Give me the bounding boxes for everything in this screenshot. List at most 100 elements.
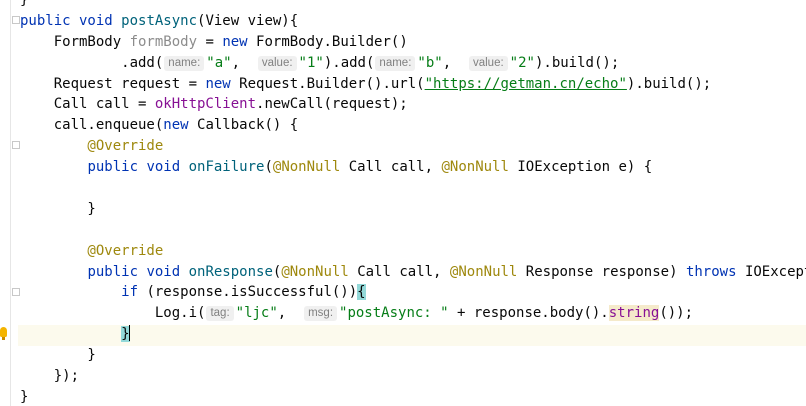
parameter-hint: value: — [468, 55, 508, 71]
code-token: if — [121, 284, 139, 301]
code-token: @Override — [20, 138, 164, 155]
code-line[interactable]: Request request = new Request.Builder().… — [20, 74, 806, 95]
code-line[interactable]: } — [20, 345, 806, 366]
code-token: "b" — [417, 54, 443, 71]
code-token: string — [608, 305, 660, 322]
code-token: @NonNull — [281, 263, 349, 280]
code-token: , — [277, 305, 304, 322]
code-token: postAsync — [121, 12, 198, 29]
code-token: FormBody.Builder() — [247, 33, 408, 50]
fold-marker-icon[interactable] — [12, 288, 20, 296]
code-line[interactable]: if (response.isSuccessful()){ — [20, 282, 806, 303]
code-token: "ljc" — [235, 305, 278, 322]
code-token: .add( — [20, 54, 164, 71]
code-token: @Override — [20, 242, 164, 259]
code-line[interactable]: call.enqueue(new Callback() { — [20, 115, 806, 136]
text-caret — [128, 325, 130, 342]
code-token: "https://getman.cn/echo" — [424, 75, 627, 92]
code-token: Call call, — [340, 159, 442, 176]
code-token: formBody — [129, 33, 198, 50]
code-token: @NonNull — [441, 159, 509, 176]
code-token: } — [20, 347, 96, 364]
code-token: IOException { — [744, 263, 806, 280]
code-line[interactable]: .add(name: "a", value: "1").add(name: "b", … — [20, 53, 806, 74]
code-line[interactable]: public void onResponse(@NonNull Call cal… — [20, 262, 806, 283]
code-token: public void — [20, 12, 122, 29]
code-line[interactable] — [20, 178, 806, 199]
code-token: FormBody — [20, 33, 130, 50]
code-token: } — [20, 388, 29, 405]
fold-marker-icon[interactable] — [12, 141, 20, 149]
code-token: (View view){ — [197, 12, 299, 29]
code-line[interactable]: } — [20, 387, 806, 406]
code-token: new — [163, 117, 189, 134]
code-line[interactable] — [20, 220, 806, 241]
code-line[interactable]: Log.i(tag: "ljc", msg: "postAsync: " + res… — [20, 303, 806, 324]
code-token: new — [205, 75, 231, 92]
code-line[interactable]: }); — [20, 366, 806, 387]
parameter-hint: name: — [164, 55, 205, 71]
code-token: Request.Builder().url( — [230, 75, 425, 92]
code-token: "1" — [298, 54, 324, 71]
code-token: = — [197, 33, 223, 50]
code-line[interactable]: public void postAsync(View view){ — [20, 11, 806, 32]
code-token: @NonNull — [449, 263, 518, 280]
code-text[interactable]: } public void postAsync(View view){ FormB… — [20, 0, 806, 406]
intention-bulb-icon[interactable] — [0, 327, 7, 340]
code-token: } — [20, 200, 96, 217]
code-token: @NonNull — [272, 159, 341, 176]
code-token: ( — [264, 159, 273, 176]
parameter-hint: msg: — [304, 306, 338, 322]
code-token: }); — [20, 368, 80, 385]
code-line[interactable]: public void onFailure(@NonNull Call call… — [20, 157, 806, 178]
code-token: ()); — [659, 305, 694, 322]
code-token: okHttpClient — [154, 96, 257, 113]
code-token: Response response) — [517, 263, 686, 280]
code-token: Request request = — [20, 75, 206, 92]
code-editor[interactable]: } public void postAsync(View view){ FormB… — [0, 0, 806, 406]
code-token: Call call, — [348, 263, 450, 280]
code-token: IOException e) { — [508, 159, 653, 176]
code-line[interactable]: Call call = okHttpClient.newCall(request… — [20, 94, 806, 115]
code-token: onResponse — [188, 263, 273, 280]
code-line[interactable]: @Override — [20, 136, 806, 157]
code-token: ( — [197, 305, 206, 322]
code-line[interactable]: } — [20, 199, 806, 220]
code-token: call.enqueue( — [20, 117, 164, 134]
code-token: public void — [87, 159, 189, 176]
code-line[interactable]: @Override — [20, 241, 806, 262]
code-token: "postAsync: " — [339, 305, 449, 322]
code-token: onFailure — [188, 159, 265, 176]
gutter-divider — [10, 0, 11, 406]
code-line[interactable]: } — [20, 324, 806, 345]
code-token: { — [357, 284, 366, 301]
code-token: public void — [87, 263, 189, 280]
code-line[interactable]: FormBody formBody = new FormBody.Builder… — [20, 32, 806, 53]
code-token: + response.body(). — [448, 305, 609, 322]
code-token: ).build(); — [534, 54, 620, 71]
code-token: new — [222, 33, 248, 50]
code-token: Callback() { — [188, 117, 299, 134]
code-token: throws — [685, 263, 737, 280]
parameter-hint: tag: — [206, 306, 234, 322]
code-token: ).add( — [323, 54, 375, 71]
code-token: (response.isSuccessful()) — [138, 284, 358, 301]
code-token: .newCall(request); — [256, 96, 408, 113]
fold-marker-icon[interactable] — [12, 16, 20, 24]
code-token: ).build(); — [626, 75, 712, 92]
code-token: "2" — [509, 54, 535, 71]
code-line[interactable]: } — [20, 0, 806, 11]
code-token: Log. — [20, 305, 189, 322]
code-token: Call call = — [20, 96, 155, 113]
code-token: } — [20, 0, 29, 8]
code-token: i — [188, 305, 198, 322]
code-token: , — [231, 54, 257, 71]
parameter-hint: name: — [375, 55, 416, 71]
code-token: , — [442, 54, 468, 71]
code-token: "a" — [206, 54, 232, 71]
parameter-hint: value: — [257, 55, 297, 71]
